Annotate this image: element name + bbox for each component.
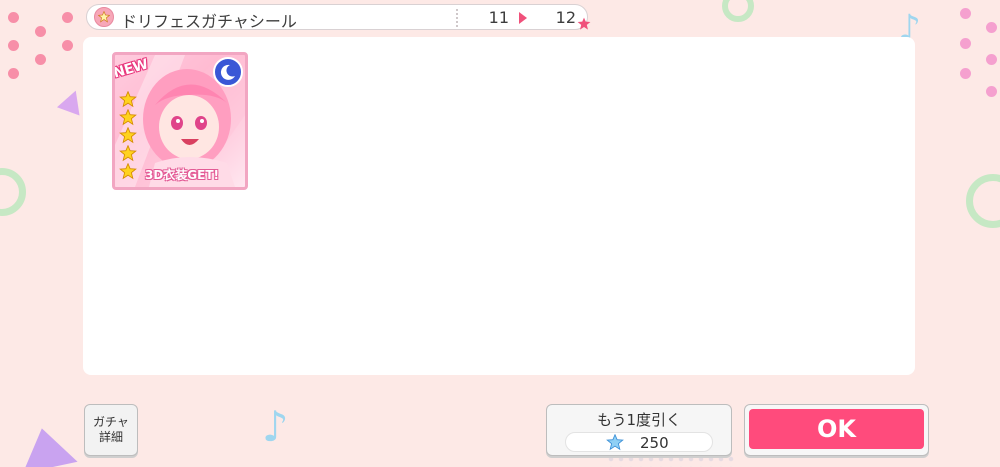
star-icon — [119, 127, 137, 144]
bg-dot — [986, 22, 997, 33]
arrow-right-icon — [519, 12, 527, 24]
costume-label: 3D衣装GET! — [145, 168, 220, 182]
draw-cost: 250 — [565, 432, 713, 452]
member-card[interactable]: NEW 3D衣装GET! — [112, 52, 248, 190]
divider — [456, 9, 458, 27]
gacha-header: ドリフェスガチャシール 11 12 — [86, 4, 591, 31]
bg-ring — [966, 174, 1000, 228]
bg-triangle — [14, 422, 78, 467]
bg-dot — [8, 68, 19, 79]
ok-button[interactable]: OK — [744, 404, 929, 456]
music-note-icon: ♪ — [262, 402, 289, 451]
moon-icon — [213, 57, 243, 87]
draw-cost-value: 250 — [640, 434, 669, 452]
bg-ring — [722, 0, 754, 22]
current-count: 11 — [488, 8, 509, 27]
bg-dot — [960, 38, 971, 49]
bg-dot — [960, 68, 971, 79]
bg-dot — [8, 12, 19, 23]
gacha-title: ドリフェスガチャシール — [121, 12, 297, 31]
draw-again-label: もう1度引く — [596, 411, 682, 429]
star-icon — [119, 109, 137, 126]
draw-again-button[interactable]: もう1度引く 250 — [546, 404, 732, 456]
bg-dot — [986, 86, 997, 97]
ok-label: OK — [749, 409, 924, 449]
bg-dot — [8, 40, 19, 51]
gacha-detail-label: ガチャ 詳細 — [93, 415, 129, 444]
bg-dot — [986, 54, 997, 65]
next-count: 12 — [555, 8, 576, 27]
gacha-detail-button[interactable]: ガチャ 詳細 — [84, 404, 138, 456]
bg-ring — [0, 168, 26, 216]
star-icon — [577, 17, 591, 30]
bg-dot — [35, 54, 46, 65]
bg-dot — [35, 26, 46, 37]
star-gem-icon — [606, 434, 624, 451]
star-icon — [119, 91, 137, 108]
bg-dot — [62, 12, 73, 23]
star-icon — [119, 163, 137, 180]
bg-dot — [62, 40, 73, 51]
rarity-stars — [119, 91, 137, 180]
star-icon — [119, 145, 137, 162]
bg-dot — [960, 8, 971, 19]
gacha-seal-icon — [94, 7, 114, 27]
